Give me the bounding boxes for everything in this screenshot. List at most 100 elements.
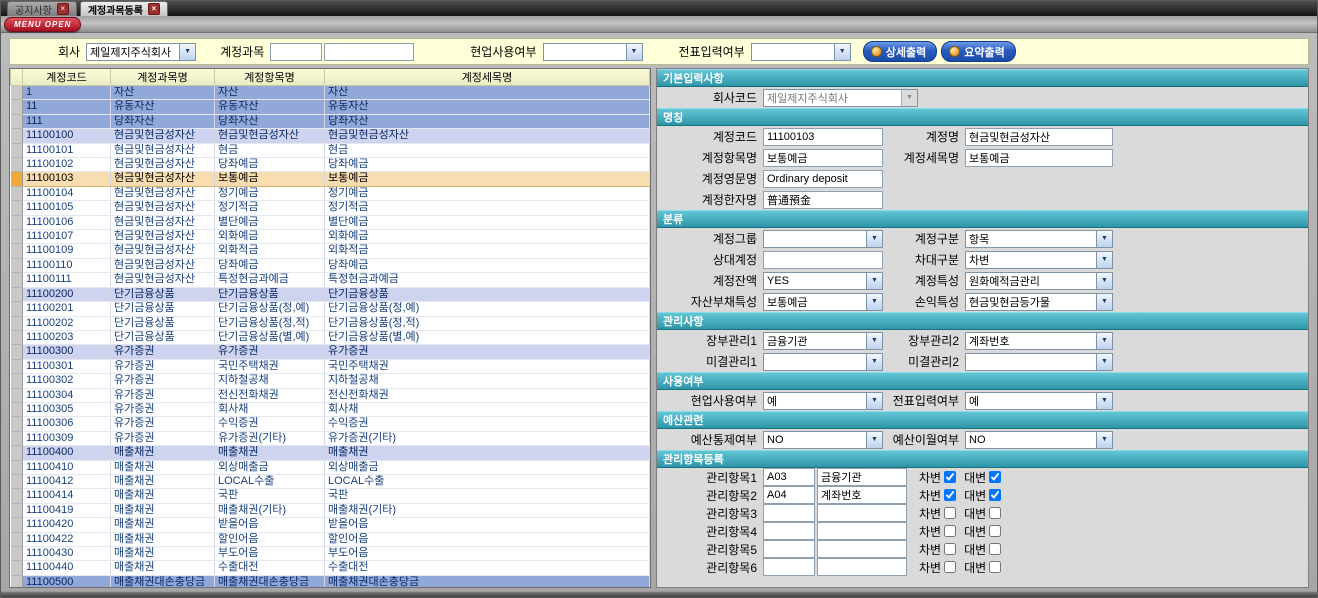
row-selector[interactable] (11, 100, 23, 114)
row-selector[interactable] (11, 201, 23, 215)
account-row[interactable]: 111 당좌자산 당좌자산 당좌자산 (11, 114, 650, 128)
account-row[interactable]: 11100412 매출채권 LOCAL수출 LOCAL수출 (11, 474, 650, 488)
row-selector[interactable] (11, 114, 23, 128)
grid-header-detail[interactable]: 계정세목명 (325, 69, 650, 86)
grid-header-code[interactable]: 계정코드 (23, 69, 111, 86)
grid-header-item[interactable]: 계정항목명 (215, 69, 325, 86)
row-selector[interactable] (11, 86, 23, 100)
book-mgmt2-select[interactable]: 계좌번호 ▼ (965, 332, 1113, 350)
account-row[interactable]: 11100105 현금및현금성자산 정기적금 정기적금 (11, 201, 650, 215)
mgmt-item-code-input[interactable] (763, 504, 815, 522)
mgmt-item-name-input[interactable] (817, 468, 907, 486)
item-name-field[interactable] (763, 149, 883, 167)
biz-use-panel-select[interactable]: 예 ▼ (763, 392, 883, 410)
row-selector[interactable] (11, 258, 23, 272)
close-icon[interactable]: × (57, 3, 69, 15)
account-row[interactable]: 11100104 현금및현금성자산 정기예금 정기예금 (11, 186, 650, 200)
account-row[interactable]: 11100500 매출채권대손충당금 매출채권대손충당금 매출채권대손충당금 (11, 575, 650, 588)
account-row[interactable]: 11 유동자산 유동자산 유동자산 (11, 100, 650, 114)
row-selector[interactable] (11, 431, 23, 445)
row-selector[interactable] (11, 186, 23, 200)
account-row[interactable]: 11100201 단기금융상품 단기금융상품(정,예) 단기금융상품(정,예) (11, 302, 650, 316)
row-selector[interactable] (11, 503, 23, 517)
tab-notice[interactable]: 공지사항 × (7, 1, 77, 16)
account-row[interactable]: 11100410 매출채권 외상매출금 외상매출금 (11, 460, 650, 474)
mgmt-item-code-input[interactable] (763, 558, 815, 576)
account-row[interactable]: 11100300 유가증권 유가증권 유가증권 (11, 345, 650, 359)
row-selector[interactable] (11, 330, 23, 344)
debit-checkbox[interactable] (944, 525, 956, 537)
row-selector[interactable] (11, 172, 23, 186)
row-selector[interactable] (11, 417, 23, 431)
row-selector[interactable] (11, 273, 23, 287)
credit-checkbox[interactable] (989, 525, 1001, 537)
asset-trait-select[interactable]: 보통예금 ▼ (763, 293, 883, 311)
open-mgmt2-select[interactable]: ▼ (965, 353, 1113, 371)
debit-checkbox[interactable] (944, 471, 956, 483)
mgmt-item-code-input[interactable] (763, 486, 815, 504)
row-selector[interactable] (11, 446, 23, 460)
account-row[interactable]: 11100419 매출채권 매출채권(기타) 매출채권(기타) (11, 503, 650, 517)
row-selector[interactable] (11, 489, 23, 503)
credit-checkbox[interactable] (989, 489, 1001, 501)
mgmt-item-code-input[interactable] (763, 522, 815, 540)
mgmt-item-name-input[interactable] (817, 558, 907, 576)
trait-select[interactable]: 원화예적금관리 ▼ (965, 272, 1113, 290)
account-row[interactable]: 11100203 단기금융상품 단기금융상품(별,예) 단기금융상품(별,예) (11, 330, 650, 344)
slip-entry-panel-select[interactable]: 예 ▼ (965, 392, 1113, 410)
credit-checkbox[interactable] (989, 507, 1001, 519)
account-row[interactable]: 11100305 유가증권 회사채 회사채 (11, 402, 650, 416)
english-name-field[interactable] (763, 170, 883, 188)
slip-entry-select[interactable]: ▼ (751, 43, 851, 61)
account-row[interactable]: 11100420 매출채권 받을어음 받을어음 (11, 518, 650, 532)
row-selector[interactable] (11, 532, 23, 546)
debit-checkbox[interactable] (944, 561, 956, 573)
row-selector[interactable] (11, 158, 23, 172)
account-row[interactable]: 11100400 매출채권 매출채권 매출채권 (11, 446, 650, 460)
account-group-select[interactable]: ▼ (763, 230, 883, 248)
account-row[interactable]: 11100306 유가증권 수익증권 수익증권 (11, 417, 650, 431)
mgmt-item-code-input[interactable] (763, 540, 815, 558)
account-row[interactable]: 11100110 현금및현금성자산 당좌예금 당좌예금 (11, 258, 650, 272)
account-row[interactable]: 11100309 유가증권 유가증권(기타) 유가증권(기타) (11, 431, 650, 445)
debit-checkbox[interactable] (944, 543, 956, 555)
row-selector[interactable] (11, 345, 23, 359)
mgmt-item-code-input[interactable] (763, 468, 815, 486)
close-icon[interactable]: × (148, 3, 160, 15)
row-selector[interactable] (11, 215, 23, 229)
pl-trait-select[interactable]: 현금및현금등가물 ▼ (965, 293, 1113, 311)
row-selector[interactable] (11, 402, 23, 416)
debit-checkbox[interactable] (944, 489, 956, 501)
dc-gubun-select[interactable]: 차변 ▼ (965, 251, 1113, 269)
row-selector[interactable] (11, 561, 23, 575)
row-selector[interactable] (11, 302, 23, 316)
account-row[interactable]: 11100106 현금및현금성자산 별단예금 별단예금 (11, 215, 650, 229)
debit-checkbox[interactable] (944, 507, 956, 519)
row-selector[interactable] (11, 388, 23, 402)
account-code-field[interactable] (763, 128, 883, 146)
row-selector[interactable] (11, 230, 23, 244)
balance-select[interactable]: YES ▼ (763, 272, 883, 290)
counter-account-field[interactable] (763, 251, 883, 269)
detail-print-button[interactable]: 상세출력 (863, 41, 937, 62)
account-row[interactable]: 11100107 현금및현금성자산 외화예금 외화예금 (11, 230, 650, 244)
account-row[interactable]: 11100100 현금및현금성자산 현금및현금성자산 현금및현금성자산 (11, 129, 650, 143)
detail-name-field[interactable] (965, 149, 1113, 167)
row-selector[interactable] (11, 547, 23, 561)
row-selector[interactable] (11, 244, 23, 258)
tab-account-register[interactable]: 계정과목등록 × (80, 1, 168, 16)
biz-use-select[interactable]: ▼ (543, 43, 643, 61)
credit-checkbox[interactable] (989, 471, 1001, 483)
account-row[interactable]: 11100414 매출채권 국판 국판 (11, 489, 650, 503)
account-row[interactable]: 11100103 현금및현금성자산 보통예금 보통예금 (11, 172, 650, 186)
account-row[interactable]: 11100111 현금및현금성자산 특정현금과예금 특정현금과예금 (11, 273, 650, 287)
account-code-input[interactable] (270, 43, 322, 61)
row-selector[interactable] (11, 474, 23, 488)
account-row[interactable]: 11100422 매출채권 할인어음 할인어음 (11, 532, 650, 546)
row-selector[interactable] (11, 518, 23, 532)
budget-control-select[interactable]: NO ▼ (763, 431, 883, 449)
account-row[interactable]: 11100200 단기금융상품 단기금융상품 단기금융상품 (11, 287, 650, 301)
summary-print-button[interactable]: 요약출력 (941, 41, 1015, 62)
budget-carry-select[interactable]: NO ▼ (965, 431, 1113, 449)
row-selector[interactable] (11, 143, 23, 157)
